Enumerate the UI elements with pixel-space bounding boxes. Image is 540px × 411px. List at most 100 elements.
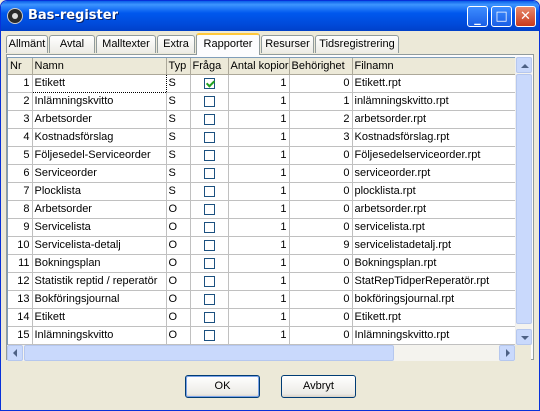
table-row[interactable]: 8 Arbetsorder O 1 0 arbetsorder.rpt [8, 200, 517, 219]
row-type-cell[interactable]: O [166, 254, 191, 273]
row-copies-cell[interactable]: 1 [228, 200, 290, 219]
row-question-cell[interactable] [190, 326, 229, 345]
row-type-cell[interactable]: S [166, 128, 191, 147]
table-row[interactable]: 3 Arbetsorder S 1 2 arbetsorder.rpt [8, 110, 517, 129]
row-permission-cell[interactable]: 0 [289, 308, 353, 327]
row-nr-cell[interactable]: 11 [8, 254, 33, 273]
cancel-button[interactable]: Avbryt [281, 375, 356, 398]
row-copies-cell[interactable]: 1 [228, 92, 290, 111]
row-name-cell[interactable]: Serviceorder [32, 164, 167, 183]
title-bar[interactable]: Bas-register _ □ ✕ [1, 1, 539, 31]
row-copies-cell[interactable]: 1 [228, 182, 290, 201]
row-nr-cell[interactable]: 7 [8, 182, 33, 201]
row-copies-cell[interactable]: 1 [228, 254, 290, 273]
table-row[interactable]: 7 Plocklista S 1 0 plocklista.rpt [8, 182, 517, 201]
row-nr-cell[interactable]: 8 [8, 200, 33, 219]
row-copies-cell[interactable]: 1 [228, 308, 290, 327]
scroll-right-button[interactable] [499, 345, 515, 361]
row-question-cell[interactable] [190, 92, 229, 111]
row-question-cell[interactable] [190, 308, 229, 327]
row-permission-cell[interactable]: 0 [289, 146, 353, 165]
row-permission-cell[interactable]: 0 [289, 74, 353, 93]
row-copies-cell[interactable]: 1 [228, 218, 290, 237]
row-type-cell[interactable]: S [166, 146, 191, 165]
row-nr-cell[interactable]: 6 [8, 164, 33, 183]
maximize-button[interactable]: □ [491, 6, 512, 27]
row-filename-cell[interactable]: plocklista.rpt [352, 182, 517, 201]
row-name-cell[interactable]: Följesedel-Serviceorder [32, 146, 167, 165]
tab-malltexter[interactable]: Malltexter [96, 35, 156, 53]
question-checkbox[interactable] [203, 77, 215, 89]
column-header-fraga[interactable]: Fråga [190, 58, 229, 75]
row-copies-cell[interactable]: 1 [228, 326, 290, 345]
question-checkbox[interactable] [203, 167, 215, 179]
row-name-cell[interactable]: Plocklista [32, 182, 167, 201]
row-type-cell[interactable]: S [166, 92, 191, 111]
column-header-antal-kopior[interactable]: Antal kopior [228, 58, 290, 75]
table-row[interactable]: 9 Servicelista O 1 0 servicelista.rpt [8, 218, 517, 237]
row-nr-cell[interactable]: 15 [8, 326, 33, 345]
scroll-down-button[interactable] [516, 329, 532, 345]
row-filename-cell[interactable]: serviceorder.rpt [352, 164, 517, 183]
table-row[interactable]: 13 Bokföringsjournal O 1 0 bokföringsjournal.… [8, 290, 517, 309]
row-type-cell[interactable]: O [166, 308, 191, 327]
row-permission-cell[interactable]: 0 [289, 326, 353, 345]
row-question-cell[interactable] [190, 74, 229, 93]
row-question-cell[interactable] [190, 110, 229, 129]
row-name-cell[interactable]: Etikett [32, 308, 167, 327]
row-filename-cell[interactable]: servicelistadetalj.rpt [352, 236, 517, 255]
question-checkbox[interactable] [203, 149, 215, 161]
row-nr-cell[interactable]: 3 [8, 110, 33, 129]
table-row[interactable]: 6 Serviceorder S 1 0 serviceorder.rpt [8, 164, 517, 183]
row-type-cell[interactable]: S [166, 164, 191, 183]
row-type-cell[interactable]: S [166, 110, 191, 129]
row-question-cell[interactable] [190, 272, 229, 291]
table-row[interactable]: 2 Inlämningskvitto S 1 1 inlämningskvitto.rpt [8, 92, 517, 111]
row-copies-cell[interactable]: 1 [228, 128, 290, 147]
table-row[interactable]: 14 Etikett O 1 0 Etikett.rpt [8, 308, 517, 327]
row-filename-cell[interactable]: Bokningsplan.rpt [352, 254, 517, 273]
row-permission-cell[interactable]: 2 [289, 110, 353, 129]
tab-avtal[interactable]: Avtal [49, 35, 95, 53]
row-name-cell[interactable]: Statistik reptid / reperatör [32, 272, 167, 291]
row-name-cell[interactable]: Servicelista [32, 218, 167, 237]
row-filename-cell[interactable]: Etikett.rpt [352, 308, 517, 327]
tab-extra[interactable]: Extra [157, 35, 195, 53]
question-checkbox[interactable] [203, 131, 215, 143]
row-filename-cell[interactable]: arbetsorder.rpt [352, 200, 517, 219]
row-copies-cell[interactable]: 1 [228, 164, 290, 183]
row-nr-cell[interactable]: 12 [8, 272, 33, 291]
row-type-cell[interactable]: O [166, 200, 191, 219]
row-type-cell[interactable]: O [166, 218, 191, 237]
row-question-cell[interactable] [190, 200, 229, 219]
question-checkbox[interactable] [203, 221, 215, 233]
row-permission-cell[interactable]: 0 [289, 200, 353, 219]
row-name-cell[interactable]: Arbetsorder [32, 200, 167, 219]
table-row[interactable]: 15 Inlämningskvitto O 1 0 Inlämningskvitto.rp… [8, 326, 517, 345]
row-type-cell[interactable]: S [166, 182, 191, 201]
question-checkbox[interactable] [203, 311, 215, 323]
column-header-filnamn[interactable]: Filnamn [352, 58, 517, 75]
tab-allmant[interactable]: Allmänt [6, 35, 48, 53]
column-header-behorighet[interactable]: Behörighet [289, 58, 353, 75]
row-nr-cell[interactable]: 2 [8, 92, 33, 111]
row-copies-cell[interactable]: 1 [228, 146, 290, 165]
row-filename-cell[interactable]: Följesedelserviceorder.rpt [352, 146, 517, 165]
table-row[interactable]: 1 Etikett S 1 0 Etikett.rpt [8, 73, 517, 93]
minimize-button[interactable]: _ [467, 6, 488, 27]
row-filename-cell[interactable]: Inlämningskvitto.rpt [352, 326, 517, 345]
row-filename-cell[interactable]: servicelista.rpt [352, 218, 517, 237]
row-copies-cell[interactable]: 1 [228, 74, 290, 93]
ok-button[interactable]: OK [185, 375, 260, 398]
row-permission-cell[interactable]: 0 [289, 164, 353, 183]
row-nr-cell[interactable]: 5 [8, 146, 33, 165]
row-filename-cell[interactable]: arbetsorder.rpt [352, 110, 517, 129]
row-question-cell[interactable] [190, 218, 229, 237]
table-row[interactable]: 5 Följesedel-Serviceorder S 1 0 Följesedelser… [8, 146, 517, 165]
horizontal-scrollbar[interactable] [7, 345, 515, 361]
row-question-cell[interactable] [190, 254, 229, 273]
question-checkbox[interactable] [203, 275, 215, 287]
row-type-cell[interactable]: O [166, 326, 191, 345]
tab-tidsregistrering[interactable]: Tidsregistrering [315, 35, 399, 53]
row-nr-cell[interactable]: 13 [8, 290, 33, 309]
